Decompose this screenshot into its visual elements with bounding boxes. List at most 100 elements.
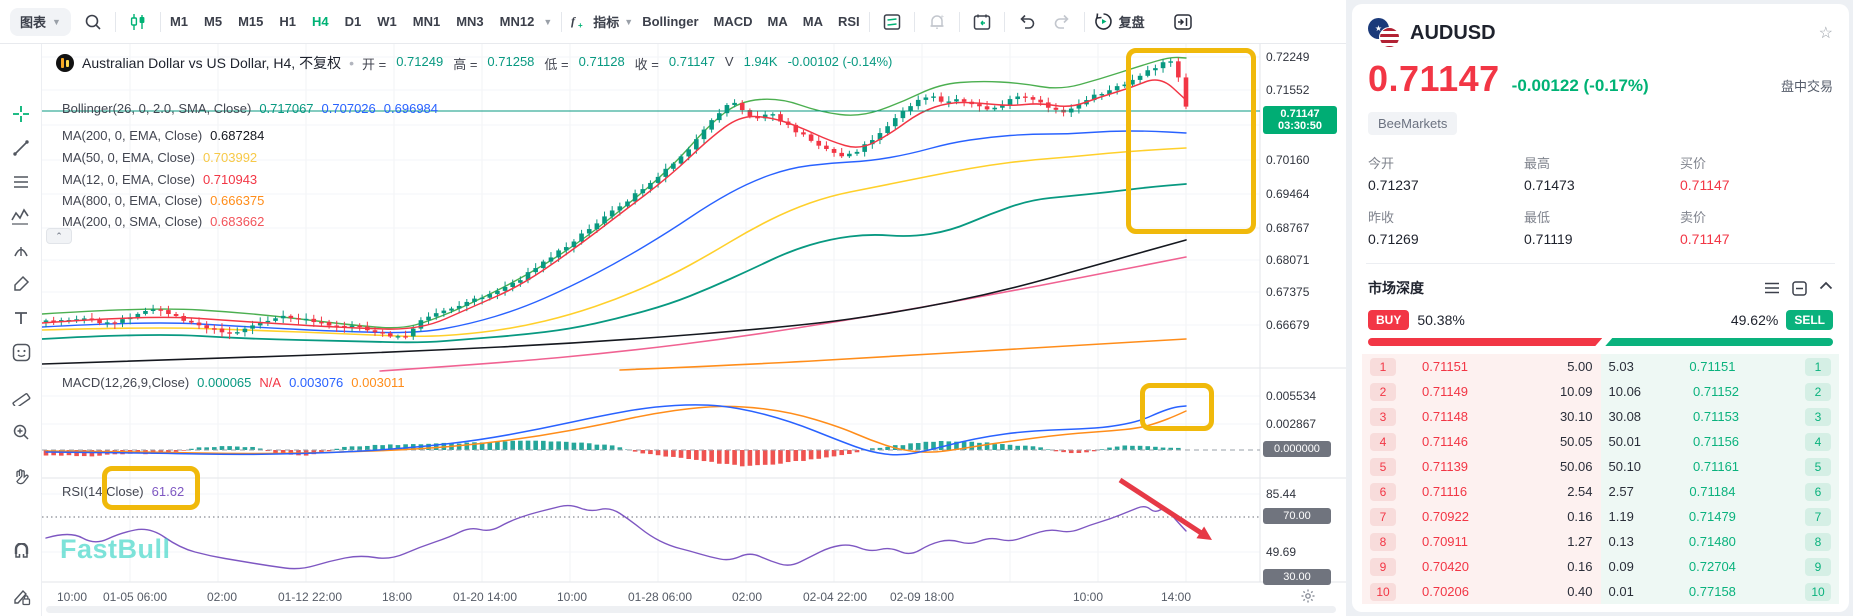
timeframe-m15[interactable]: M15: [238, 14, 263, 29]
chart-scrollbar[interactable]: [46, 606, 1336, 613]
order-book-row[interactable]: 80.709111.270.130.714808: [1362, 529, 1839, 554]
redo-icon[interactable]: [1049, 9, 1075, 35]
search-icon[interactable]: [80, 9, 106, 35]
collapse-indicators-chip[interactable]: ⌃: [46, 228, 72, 244]
sticker-tool-icon[interactable]: [9, 340, 33, 364]
depth-list-icon[interactable]: [1764, 281, 1780, 296]
chevron-down-icon: ▼: [52, 17, 61, 27]
indicator-legend[interactable]: MA(50, 0, EMA, Close)0.703992: [62, 149, 257, 165]
instrument-logo-icon: [56, 54, 74, 72]
economic-calendar-icon[interactable]: [969, 9, 995, 35]
chart-type-menu[interactable]: 图表 ▼: [10, 8, 71, 36]
timeframe-m5[interactable]: M5: [204, 14, 222, 29]
replay-button[interactable]: 复盘: [1094, 12, 1145, 31]
legend-separator: •: [349, 55, 354, 71]
axis-label: 0.66679: [1266, 318, 1309, 332]
time-axis-label: 01-12 22:00: [278, 590, 342, 604]
buy-badge: BUY: [1368, 310, 1409, 330]
order-book-row[interactable]: 40.7114650.0550.010.711564: [1362, 429, 1839, 454]
timeframe-h1[interactable]: H1: [279, 14, 296, 29]
indicator-legend[interactable]: MA(12, 0, EMA, Close)0.710943: [62, 171, 257, 187]
quick-indicator-macd[interactable]: MACD: [714, 14, 753, 29]
crosshair-tool-icon[interactable]: [9, 102, 33, 126]
indicator-legend[interactable]: Bollinger(26, 0, 2.0, SMA, Close)0.71706…: [62, 100, 438, 116]
sell-percent: 49.62%: [1731, 312, 1778, 328]
chart-card: 图表 ▼ M1 M5 M15 H1 H4 D1 W1 MN1 MN3 MN12 ▼ f+ 指标 ▼…: [0, 0, 1346, 616]
multi-layout-icon[interactable]: [879, 9, 905, 35]
quick-indicator-ma[interactable]: MA: [803, 14, 823, 29]
axis-label: 0.71552: [1266, 83, 1309, 97]
drawing-tool-rail: [0, 44, 42, 616]
candlestick-style-icon[interactable]: [125, 9, 151, 35]
annotation-highlight-box: [1140, 383, 1214, 431]
zoom-in-tool-icon[interactable]: [9, 420, 33, 444]
order-book-row[interactable]: 10.711515.005.030.711511: [1362, 354, 1839, 379]
timeframe-d1[interactable]: D1: [345, 14, 362, 29]
timeframe-more-chevron-icon[interactable]: ▼: [543, 17, 552, 27]
timeframe-w1[interactable]: W1: [377, 14, 397, 29]
fib-lines-tool-icon[interactable]: [9, 170, 33, 194]
time-axis-label: 01-05 06:00: [103, 590, 167, 604]
ohlc-values: 开 =0.71249高 =0.71258低 =0.71128收 =0.71147…: [362, 54, 892, 73]
hand-tool-icon[interactable]: [9, 465, 33, 489]
timeframe-mn1[interactable]: MN1: [413, 14, 440, 29]
price-change: -0.00122 (-0.17%): [1512, 76, 1649, 96]
brush-tool-icon[interactable]: [9, 272, 33, 296]
indicator-legend[interactable]: MA(800, 0, EMA, Close)0.666375: [62, 192, 264, 208]
trend-line-tool-icon[interactable]: [9, 136, 33, 160]
order-book-row[interactable]: 60.711162.542.570.711846: [1362, 479, 1839, 504]
chevron-down-icon: ▼: [624, 17, 633, 27]
chart-settings-gear-icon[interactable]: [1300, 588, 1316, 604]
brush-lock-tool-icon[interactable]: [9, 585, 33, 609]
svg-text:+: +: [578, 21, 583, 29]
order-book: 10.711515.005.030.71151120.7114910.0910.…: [1362, 354, 1839, 604]
collapse-depth-chevron-icon[interactable]: [1819, 281, 1833, 296]
broker-tag[interactable]: BeeMarkets: [1368, 112, 1457, 135]
audusd-flag-icon: ★: [1368, 18, 1400, 48]
indicator-legend[interactable]: MA(200, 0, EMA, Close)0.687284: [62, 127, 264, 143]
axis-label: 0.69464: [1266, 187, 1309, 201]
timeframe-mn12[interactable]: MN12: [500, 14, 535, 29]
depth-board-icon[interactable]: [1792, 281, 1807, 296]
pitchfork-tool-icon[interactable]: [9, 238, 33, 262]
favorite-star-icon[interactable]: ☆: [1819, 23, 1833, 43]
market-depth-header: 市场深度: [1368, 278, 1833, 298]
ohlc-label: 开 =: [362, 54, 386, 73]
magnet-tool-icon[interactable]: [9, 540, 33, 564]
order-book-row[interactable]: 50.7113950.0650.100.711615: [1362, 454, 1839, 479]
quick-indicator-bollinger[interactable]: Bollinger: [642, 14, 698, 29]
alert-bell-icon[interactable]: +: [924, 9, 950, 35]
timeframe-h4[interactable]: H4: [312, 14, 329, 29]
stat-最低: 最低0.71119: [1524, 207, 1680, 247]
order-book-row[interactable]: 100.702060.400.010.7715810: [1362, 579, 1839, 604]
indicator-legend[interactable]: MA(200, 0, SMA, Close)0.683662: [62, 213, 264, 229]
ohlc-value: 0.71147: [669, 54, 715, 73]
timeframe-mn3[interactable]: MN3: [456, 14, 483, 29]
buy-sell-ratio-bar: [1368, 338, 1833, 346]
timeframe-m1[interactable]: M1: [170, 14, 188, 29]
wave-tool-icon[interactable]: [9, 204, 33, 228]
svg-text:+: +: [940, 14, 944, 21]
order-book-row[interactable]: 90.704200.160.090.727049: [1362, 554, 1839, 579]
order-book-row[interactable]: 70.709220.161.190.714797: [1362, 504, 1839, 529]
ohlc-label: 低 =: [544, 54, 568, 73]
order-book-row[interactable]: 20.7114910.0910.060.711522: [1362, 379, 1839, 404]
order-book-row[interactable]: 30.7114830.1030.080.711533: [1362, 404, 1839, 429]
quick-indicator-ma[interactable]: MA: [768, 14, 788, 29]
indicator-legend[interactable]: MACD(12,26,9,Close)0.000065N/A0.0030760.…: [62, 374, 405, 390]
ruler-tool-icon[interactable]: [9, 384, 33, 408]
chart-title: Australian Dollar vs US Dollar, H4, 不复权: [82, 53, 341, 73]
quick-indicator-rsi[interactable]: RSI: [838, 14, 860, 29]
collapse-panel-icon[interactable]: [1170, 9, 1196, 35]
chart-toolbar: 图表 ▼ M1 M5 M15 H1 H4 D1 W1 MN1 MN3 MN12 ▼ f+ 指标 ▼…: [0, 0, 1346, 44]
text-tool-icon[interactable]: [9, 306, 33, 330]
indicators-menu[interactable]: f+ 指标 ▼: [571, 12, 633, 31]
replay-label: 复盘: [1119, 12, 1145, 31]
undo-icon[interactable]: [1014, 9, 1040, 35]
time-axis-label: 02-04 22:00: [803, 590, 867, 604]
divider: [561, 12, 562, 32]
time-axis-label: 01-20 14:00: [453, 590, 517, 604]
divider: [1084, 12, 1085, 32]
axis-level-badge: 30.00: [1263, 569, 1331, 585]
stat-昨收: 昨收0.71269: [1368, 207, 1524, 247]
